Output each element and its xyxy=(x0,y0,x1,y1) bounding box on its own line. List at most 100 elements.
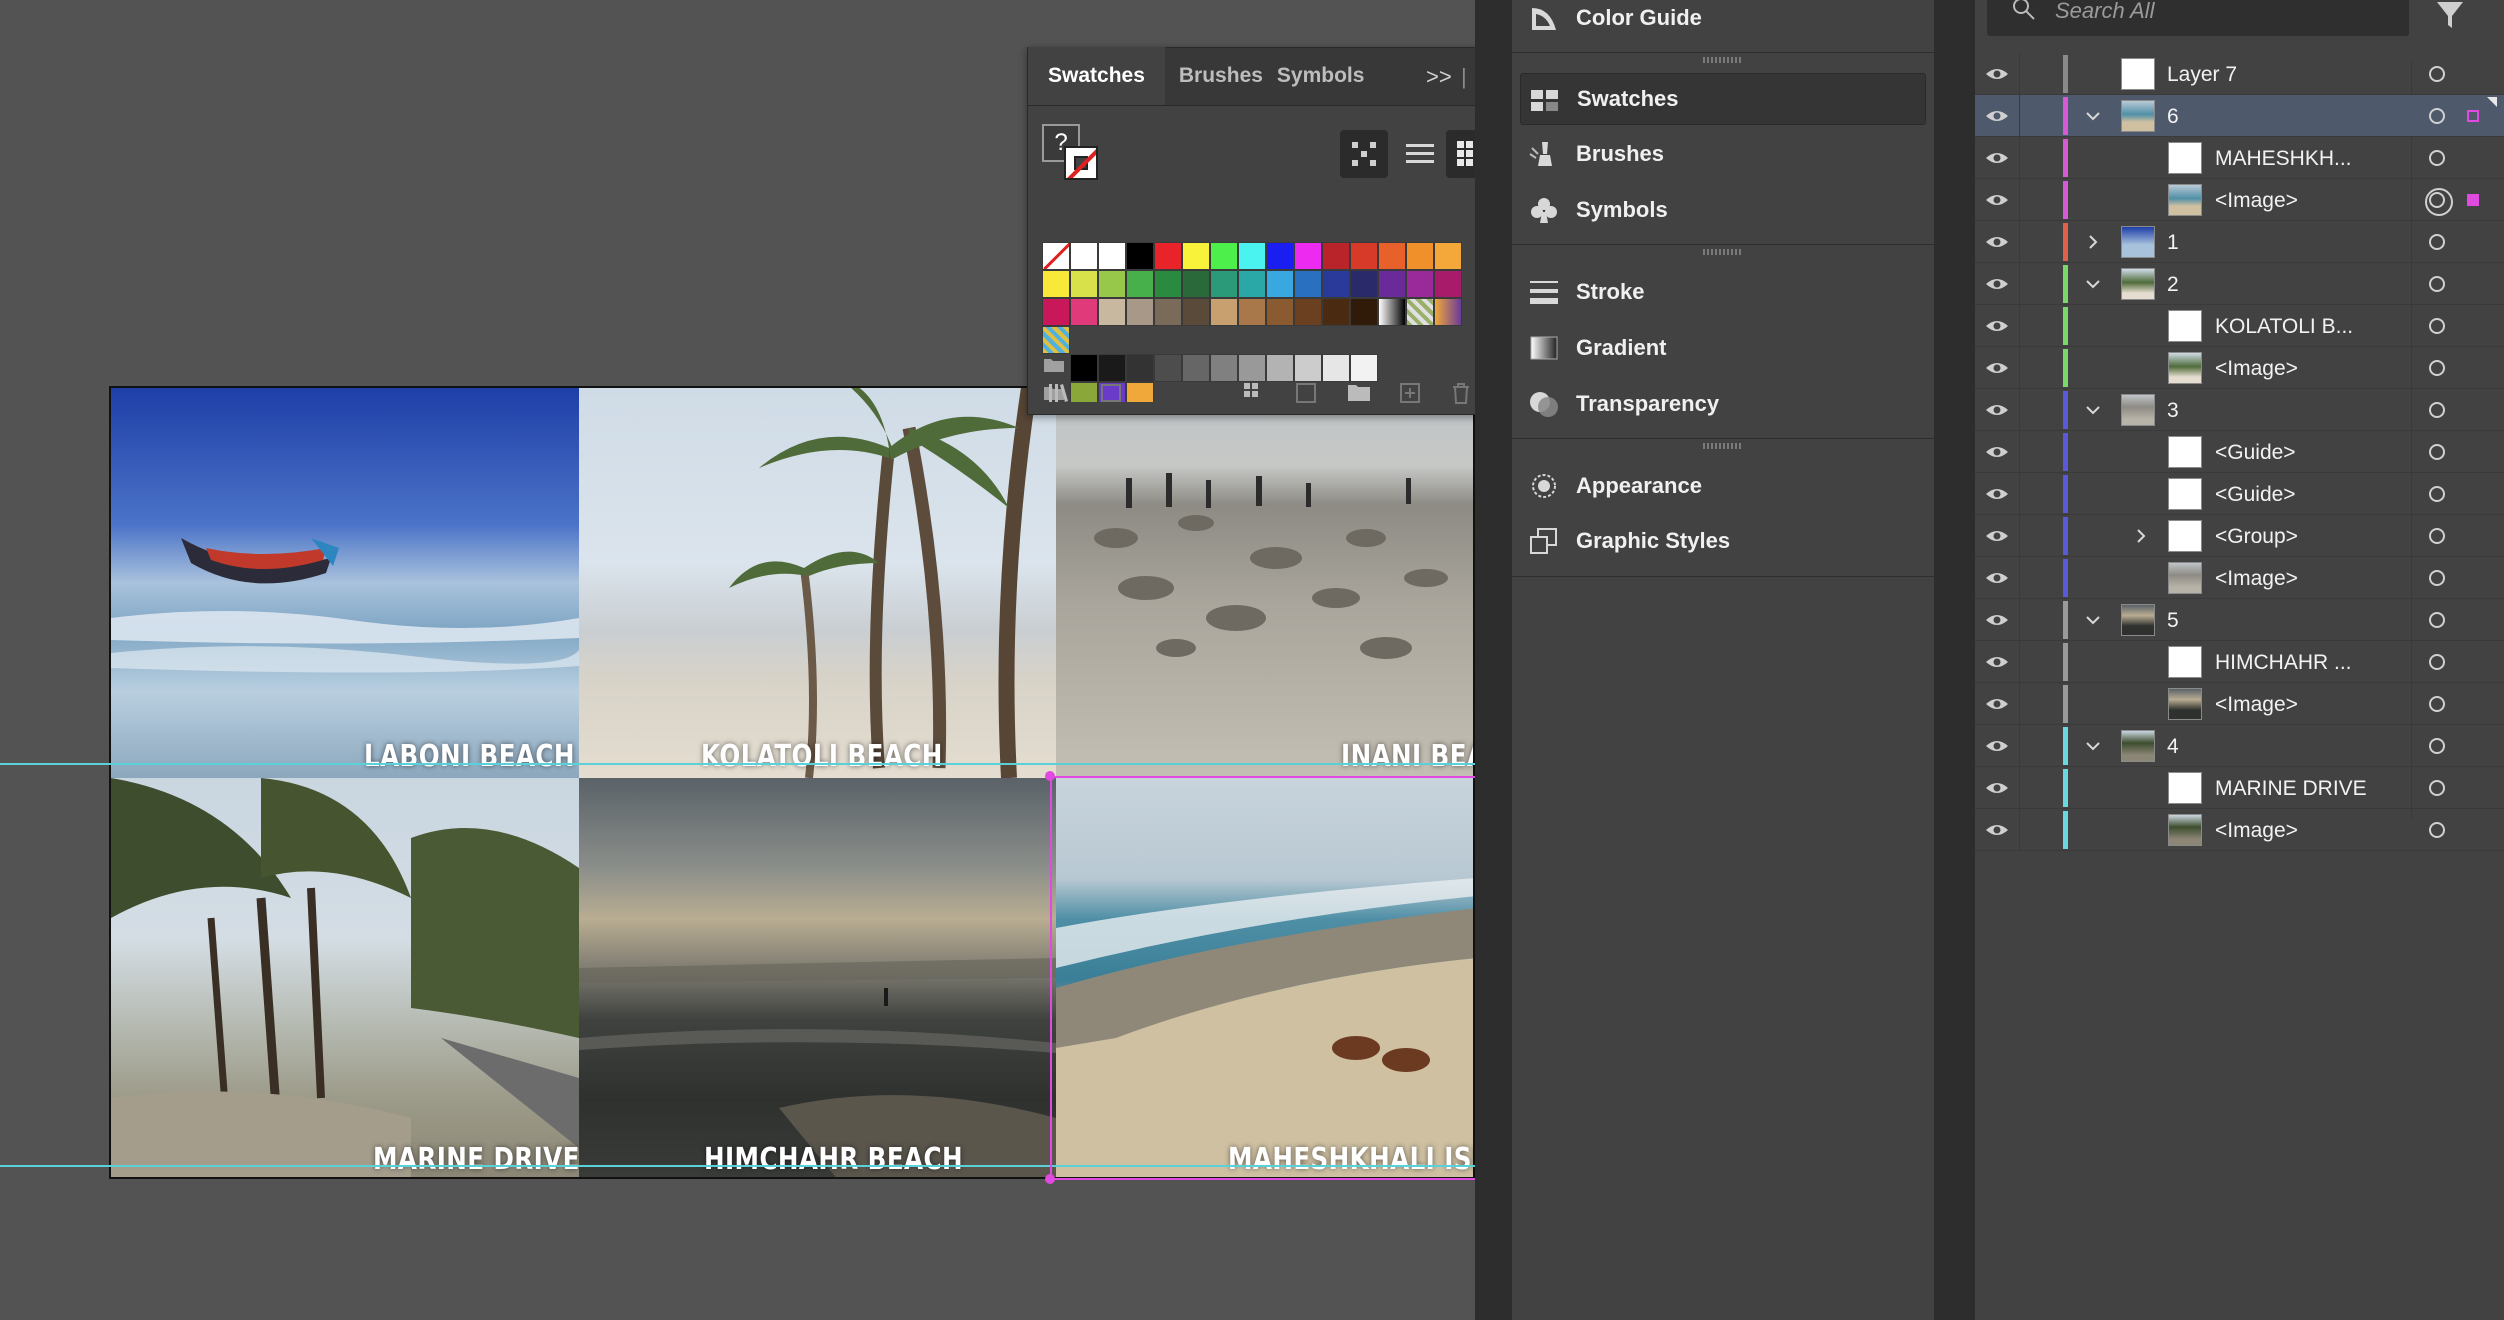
target-circle-icon[interactable] xyxy=(2429,738,2445,754)
layer-row-group[interactable]: <Group> xyxy=(1975,515,2504,557)
swatch[interactable] xyxy=(1238,242,1266,270)
dock-brushes[interactable]: Brushes xyxy=(1512,128,1934,180)
visibility-eye-icon[interactable] xyxy=(1985,738,2009,754)
swatch[interactable] xyxy=(1182,298,1210,326)
layer-row-himchahr-text[interactable]: HIMCHAHR ... xyxy=(1975,641,2504,683)
target-circle-icon[interactable] xyxy=(2429,108,2445,124)
layer-row-image[interactable]: <Image> xyxy=(1975,809,2504,851)
swatch-none[interactable] xyxy=(1042,242,1070,270)
target-circle-icon[interactable] xyxy=(2429,66,2445,82)
dock-color-guide[interactable]: Color Guide xyxy=(1512,0,1934,44)
tile-marine-drive[interactable]: MARINE DRIVE xyxy=(111,778,579,1177)
target-circle-icon[interactable] xyxy=(2429,486,2445,502)
chevron-down-icon[interactable] xyxy=(2085,402,2101,418)
swatch[interactable] xyxy=(1266,298,1294,326)
dock-graphic-styles[interactable]: Graphic Styles xyxy=(1512,515,1934,567)
swatch[interactable] xyxy=(1042,270,1070,298)
chevron-right-icon[interactable] xyxy=(2133,528,2149,544)
layer-row-maheshkhali-text[interactable]: MAHESHKH... xyxy=(1975,137,2504,179)
swatch[interactable] xyxy=(1098,270,1126,298)
target-circle-icon[interactable] xyxy=(2429,234,2445,250)
layer-name[interactable]: <Guide> xyxy=(2215,483,2296,507)
swatch[interactable] xyxy=(1182,242,1210,270)
visibility-eye-icon[interactable] xyxy=(1985,360,2009,376)
selection-indicator[interactable] xyxy=(2467,194,2479,206)
layer-name[interactable]: MAHESHKH... xyxy=(2215,147,2352,171)
target-circle-icon[interactable] xyxy=(2429,780,2445,796)
swatch[interactable] xyxy=(1434,242,1462,270)
swatch[interactable] xyxy=(1210,270,1238,298)
dock-gradient[interactable]: Gradient xyxy=(1512,322,1934,374)
target-circle-icon[interactable] xyxy=(2425,188,2453,216)
layer-name[interactable]: KOLATOLI B... xyxy=(2215,315,2353,339)
swatch[interactable] xyxy=(1154,270,1182,298)
swatch-gradient[interactable] xyxy=(1378,298,1406,326)
target-circle-icon[interactable] xyxy=(2429,318,2445,334)
swatch[interactable] xyxy=(1126,270,1154,298)
swatch[interactable] xyxy=(1350,270,1378,298)
swatch[interactable] xyxy=(1294,242,1322,270)
layer-name[interactable]: <Image> xyxy=(2215,567,2298,591)
layer-name[interactable]: 6 xyxy=(2167,105,2179,129)
visibility-eye-icon[interactable] xyxy=(1985,66,2009,82)
layer-row-layer-7[interactable]: Layer 7 xyxy=(1975,53,2504,95)
layer-name[interactable]: Layer 7 xyxy=(2167,63,2237,87)
dock-divider[interactable] xyxy=(1512,438,1934,452)
chevron-down-icon[interactable] xyxy=(2085,738,2101,754)
visibility-eye-icon[interactable] xyxy=(1985,822,2009,838)
swatch[interactable] xyxy=(1378,242,1406,270)
swatch[interactable] xyxy=(1070,270,1098,298)
layer-name[interactable]: <Group> xyxy=(2215,525,2298,549)
layer-row-marine-drive-text[interactable]: MARINE DRIVE xyxy=(1975,767,2504,809)
visibility-eye-icon[interactable] xyxy=(1985,276,2009,292)
layer-name[interactable]: 2 xyxy=(2167,273,2179,297)
tab-swatches[interactable]: Swatches xyxy=(1028,47,1165,105)
new-color-group-icon[interactable] xyxy=(1346,381,1370,405)
visibility-eye-icon[interactable] xyxy=(1985,570,2009,586)
target-circle-icon[interactable] xyxy=(2429,444,2445,460)
guide-line[interactable] xyxy=(0,763,1475,765)
target-circle-icon[interactable] xyxy=(2429,822,2445,838)
swatch-white[interactable] xyxy=(1098,242,1126,270)
target-circle-icon[interactable] xyxy=(2429,612,2445,628)
visibility-eye-icon[interactable] xyxy=(1985,108,2009,124)
layer-row-image[interactable]: <Image> xyxy=(1975,179,2504,221)
swatch[interactable] xyxy=(1322,242,1350,270)
swatch[interactable] xyxy=(1434,270,1462,298)
target-circle-icon[interactable] xyxy=(2429,654,2445,670)
visibility-eye-icon[interactable] xyxy=(1985,528,2009,544)
swatch[interactable] xyxy=(1406,242,1434,270)
swatch[interactable] xyxy=(1098,298,1126,326)
visibility-eye-icon[interactable] xyxy=(1985,654,2009,670)
target-circle-icon[interactable] xyxy=(2429,402,2445,418)
fill-stroke-indicator[interactable]: ? xyxy=(1042,124,1102,184)
layers-search-input[interactable]: Search All xyxy=(1987,0,2409,36)
swatch-libraries-icon[interactable] xyxy=(1048,381,1072,405)
visibility-eye-icon[interactable] xyxy=(1985,780,2009,796)
swatch[interactable] xyxy=(1294,270,1322,298)
list-view-icon[interactable] xyxy=(1396,130,1444,178)
swatch[interactable] xyxy=(1266,242,1294,270)
dock-divider[interactable] xyxy=(1512,244,1934,258)
target-circle-icon[interactable] xyxy=(2429,696,2445,712)
layer-name[interactable]: 5 xyxy=(2167,609,2179,633)
layer-row-image[interactable]: <Image> xyxy=(1975,683,2504,725)
chevron-down-icon[interactable] xyxy=(2085,108,2101,124)
swatch-black[interactable] xyxy=(1126,242,1154,270)
tab-brushes[interactable]: Brushes xyxy=(1165,47,1267,105)
layer-row-kolatoli-text[interactable]: KOLATOLI B... xyxy=(1975,305,2504,347)
dock-stroke[interactable]: Stroke xyxy=(1512,266,1934,318)
dock-appearance[interactable]: Appearance xyxy=(1512,460,1934,512)
tile-inani-beach[interactable]: INANI BEAC xyxy=(1056,388,1473,778)
target-circle-icon[interactable] xyxy=(2429,150,2445,166)
layer-row-image[interactable]: <Image> xyxy=(1975,347,2504,389)
visibility-eye-icon[interactable] xyxy=(1985,192,2009,208)
selection-handle[interactable] xyxy=(1045,1174,1055,1184)
layer-name[interactable]: <Image> xyxy=(2215,189,2298,213)
layer-name[interactable]: MARINE DRIVE xyxy=(2215,777,2367,801)
swatch[interactable] xyxy=(1154,242,1182,270)
layer-name[interactable]: <Image> xyxy=(2215,819,2298,843)
visibility-eye-icon[interactable] xyxy=(1985,150,2009,166)
filter-icon[interactable] xyxy=(2435,0,2465,30)
target-circle-icon[interactable] xyxy=(2429,276,2445,292)
